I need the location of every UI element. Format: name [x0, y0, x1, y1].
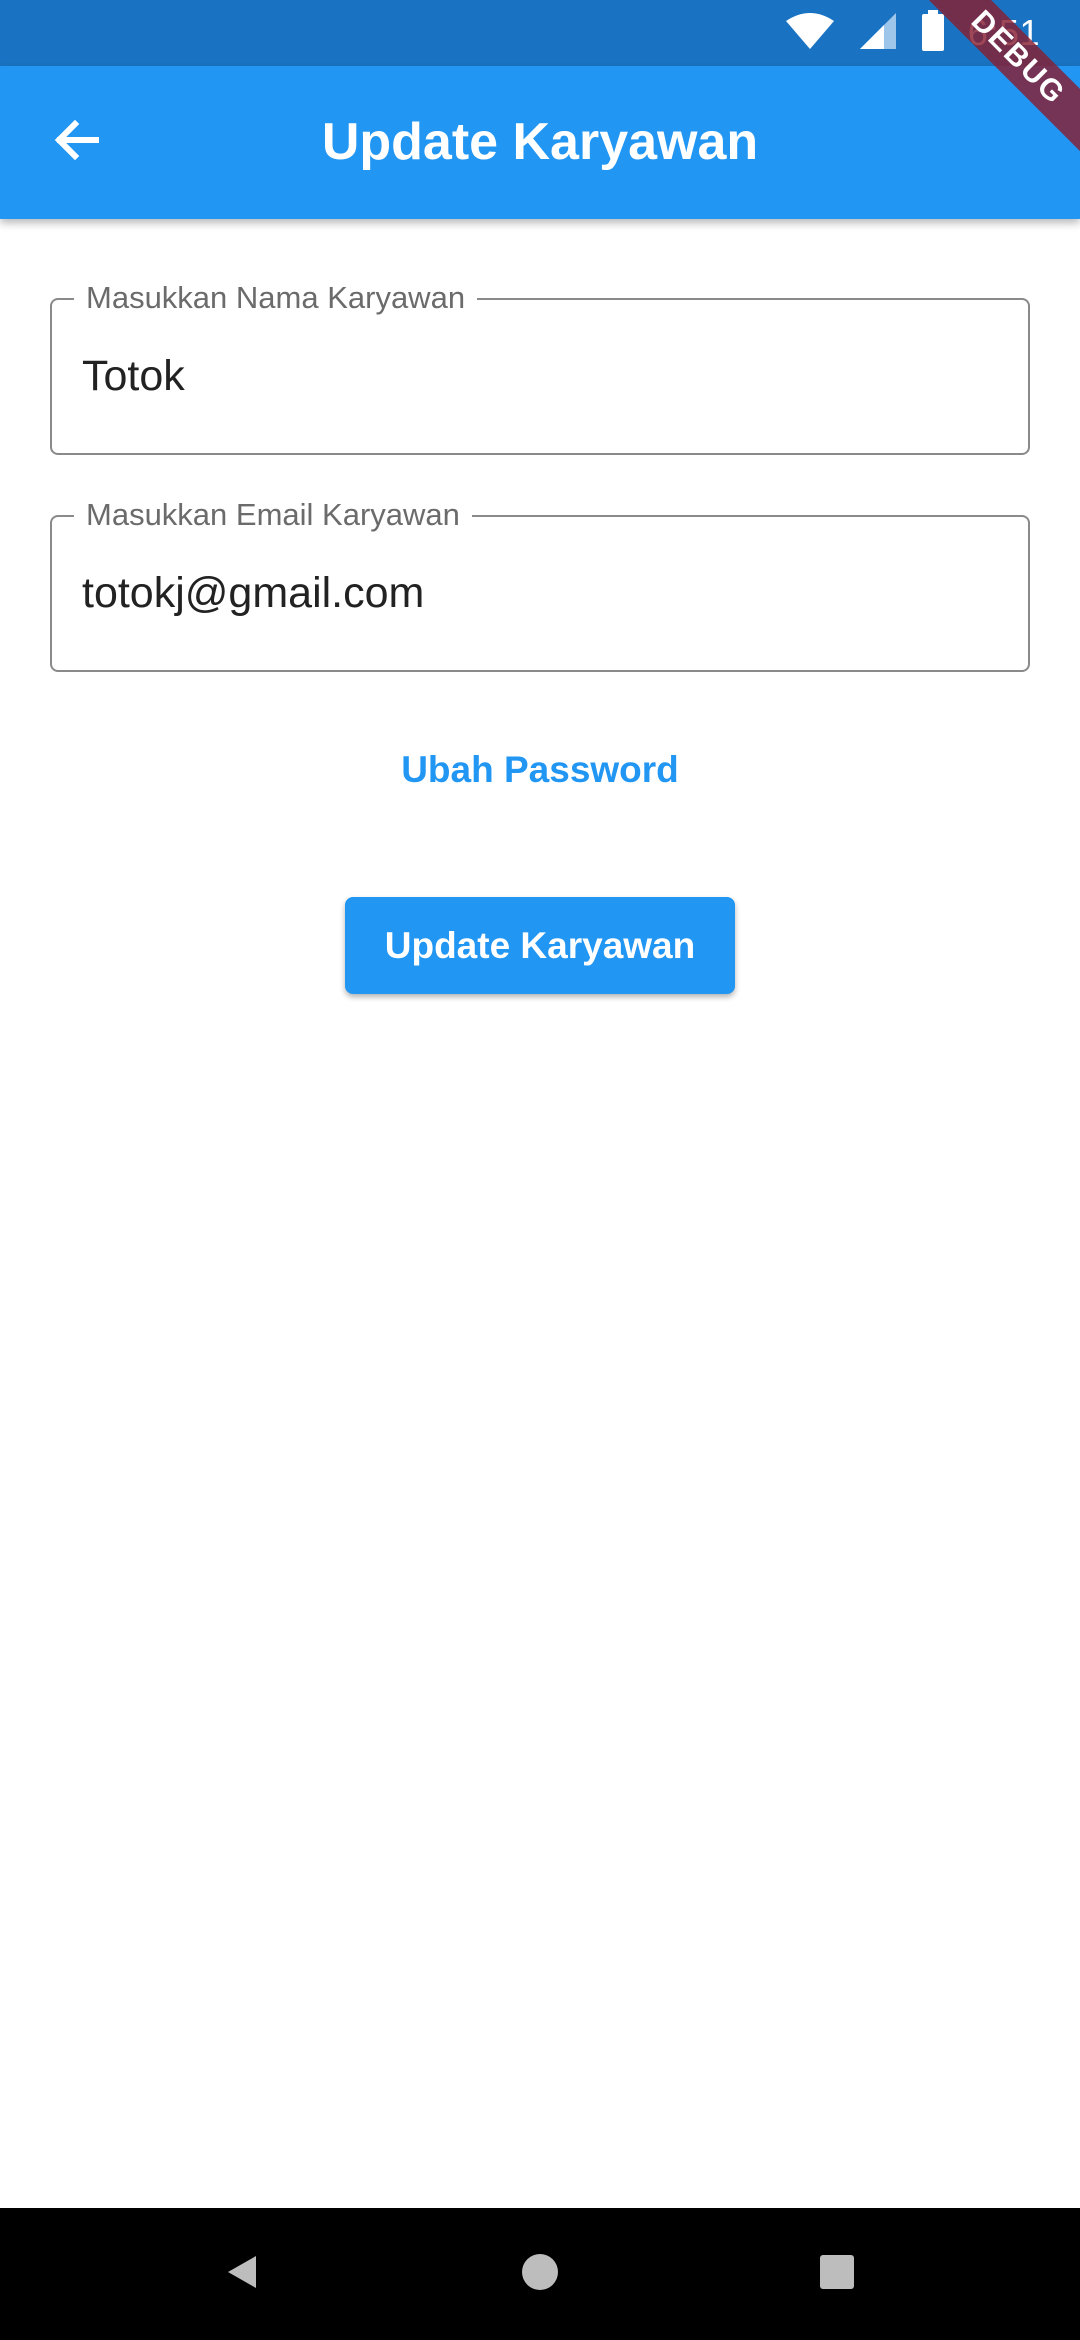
change-password-button[interactable]: Ubah Password	[340, 732, 740, 808]
status-time: 6:51	[967, 12, 1040, 53]
status-bar: 6:51	[0, 0, 1080, 66]
nav-home-icon	[520, 2252, 560, 2297]
update-karyawan-button[interactable]: Update Karyawan	[345, 897, 735, 994]
email-field[interactable]: Masukkan Email Karyawan	[50, 495, 1030, 672]
page-title: Update Karyawan	[321, 113, 759, 171]
nav-back-icon	[222, 2252, 262, 2297]
nav-recent-icon	[817, 2252, 857, 2297]
name-field[interactable]: Masukkan Nama Karyawan	[50, 278, 1030, 455]
cellular-signal-icon	[858, 11, 898, 56]
app-bar: Update Karyawan	[0, 66, 1080, 219]
status-icons: 6:51	[784, 0, 1040, 66]
navigation-bar	[0, 2208, 1080, 2340]
battery-icon	[920, 9, 946, 57]
nav-home-button[interactable]	[510, 2244, 570, 2304]
nav-recent-button[interactable]	[807, 2244, 867, 2304]
name-input[interactable]	[82, 340, 982, 412]
name-field-label: Masukkan Nama Karyawan	[74, 278, 478, 318]
email-input[interactable]	[82, 557, 982, 629]
wifi-icon	[784, 11, 836, 56]
nav-back-button[interactable]	[212, 2244, 272, 2304]
email-field-label: Masukkan Email Karyawan	[74, 495, 472, 535]
